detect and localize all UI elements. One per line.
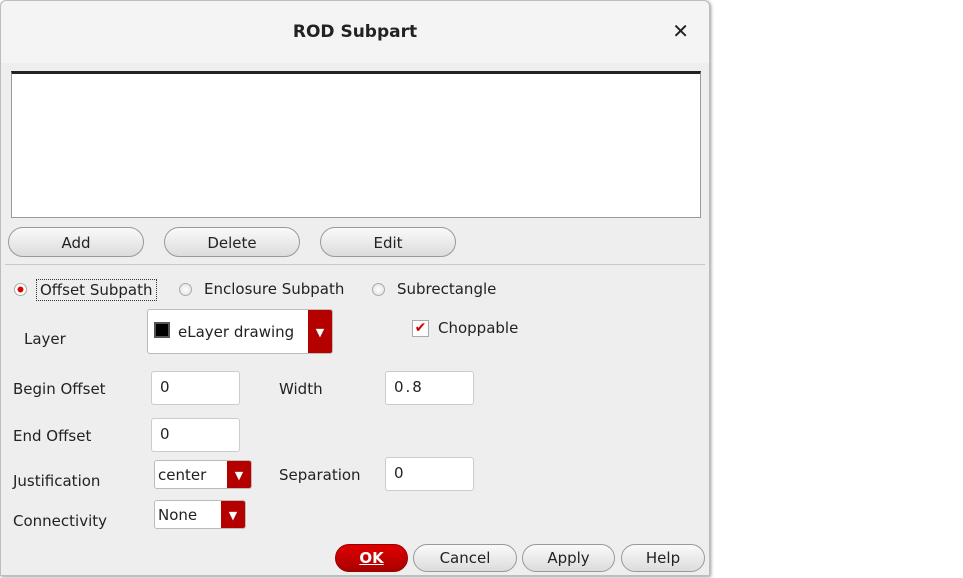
- connectivity-value: None: [158, 506, 198, 524]
- width-input[interactable]: 0.8: [385, 371, 474, 405]
- ok-button[interactable]: OK: [335, 544, 408, 572]
- enclosure-subpath-label[interactable]: Enclosure Subpath: [204, 280, 344, 298]
- layer-label: Layer: [24, 330, 66, 348]
- separation-label: Separation: [279, 466, 361, 484]
- offset-subpath-radio[interactable]: [14, 283, 27, 296]
- chevron-down-icon[interactable]: ▼: [308, 310, 332, 353]
- separation-input[interactable]: 0: [385, 457, 474, 491]
- layer-swatch-icon: [154, 322, 170, 338]
- layer-select[interactable]: eLayer drawing ▼: [147, 309, 333, 354]
- add-button[interactable]: Add: [8, 227, 144, 257]
- close-icon[interactable]: ✕: [672, 19, 689, 43]
- connectivity-select[interactable]: None ▼: [154, 500, 246, 529]
- apply-button[interactable]: Apply: [522, 544, 615, 572]
- justification-value: center: [158, 466, 207, 484]
- separator: [5, 264, 705, 265]
- dialog-title: ROD Subpart: [1, 1, 709, 63]
- choppable-label: Choppable: [438, 319, 519, 337]
- help-button[interactable]: Help: [621, 544, 705, 572]
- connectivity-label: Connectivity: [13, 512, 107, 530]
- begin-offset-label: Begin Offset: [13, 380, 106, 398]
- edit-button[interactable]: Edit: [320, 227, 456, 257]
- justification-label: Justification: [13, 472, 101, 490]
- offset-subpath-label[interactable]: Offset Subpath: [36, 279, 157, 301]
- end-offset-label: End Offset: [13, 427, 92, 445]
- subpart-list[interactable]: [11, 71, 701, 218]
- subrectangle-radio[interactable]: [372, 283, 385, 296]
- chevron-down-icon[interactable]: ▼: [227, 461, 251, 488]
- delete-button[interactable]: Delete: [164, 227, 300, 257]
- end-offset-input[interactable]: 0: [151, 418, 240, 452]
- ok-label: OK: [359, 549, 384, 567]
- chevron-down-icon[interactable]: ▼: [221, 501, 245, 528]
- cancel-button[interactable]: Cancel: [413, 544, 517, 572]
- width-label: Width: [279, 380, 323, 398]
- justification-select[interactable]: center ▼: [154, 460, 252, 489]
- rod-subpart-dialog: ROD Subpart ✕ Add Delete Edit Offset Sub…: [0, 0, 710, 576]
- enclosure-subpath-radio[interactable]: [179, 283, 192, 296]
- choppable-checkbox[interactable]: ✔: [412, 320, 429, 337]
- begin-offset-input[interactable]: 0: [151, 371, 240, 405]
- layer-value: eLayer drawing: [178, 323, 295, 341]
- subrectangle-label[interactable]: Subrectangle: [397, 280, 496, 298]
